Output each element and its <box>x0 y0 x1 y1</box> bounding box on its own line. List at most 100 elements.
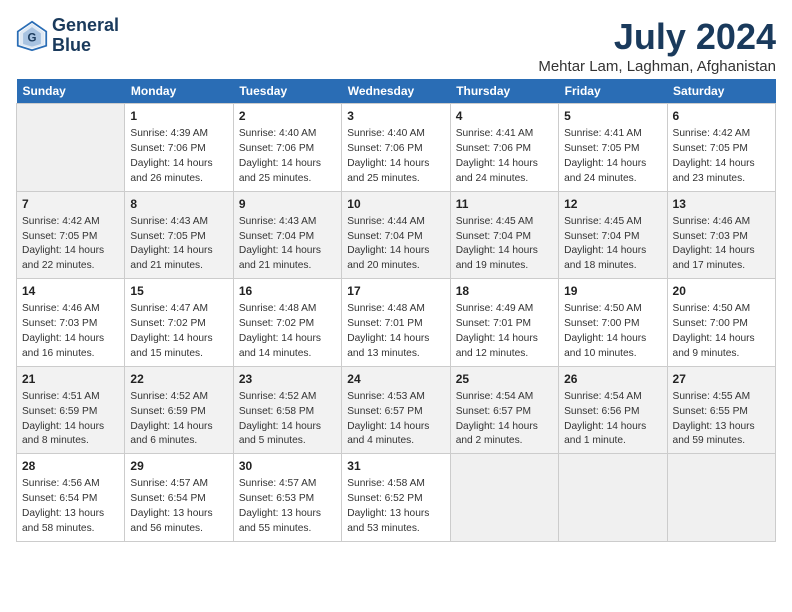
calendar-cell: 24Sunrise: 4:53 AM Sunset: 6:57 PM Dayli… <box>342 366 450 454</box>
calendar-cell <box>17 104 125 192</box>
day-number: 8 <box>130 196 227 213</box>
day-number: 28 <box>22 458 119 475</box>
day-number: 1 <box>130 108 227 125</box>
day-number: 4 <box>456 108 553 125</box>
calendar-cell: 27 Sunrise: 4:55 AM Sunset: 6:55 PM Dayli… <box>667 366 775 454</box>
day-info: Sunrise: 4:57 AM Sunset: 6:54 PM Dayligh… <box>130 477 227 536</box>
day-number: 15 <box>130 283 227 300</box>
calendar-cell: 9 Sunrise: 4:43 AM Sunset: 7:04 PM Daylig… <box>233 191 341 279</box>
calendar-table: SundayMondayTuesdayWednesdayThursdayFrid… <box>16 79 776 542</box>
day-info: Sunrise: 4:44 AM Sunset: 7:04 PM Dayligh… <box>347 215 444 274</box>
day-info: Sunrise: 4:43 AM Sunset: 7:04 PM Dayligh… <box>239 215 336 274</box>
day-info: Sunrise: 4:55 AM Sunset: 6:55 PM Dayligh… <box>673 390 770 449</box>
day-info: Sunrise: 4:53 AM Sunset: 6:57 PM Dayligh… <box>347 390 444 449</box>
day-number: 2 <box>239 108 336 125</box>
day-number: 16 <box>239 283 336 300</box>
calendar-cell: 8Sunrise: 4:43 AM Sunset: 7:05 PM Daylig… <box>125 191 233 279</box>
day-number: 7 <box>22 196 119 213</box>
calendar-cell: 16 Sunrise: 4:48 AM Sunset: 7:02 PM Dayli… <box>233 279 341 367</box>
calendar-cell: 17 Sunrise: 4:48 AM Sunset: 7:01 PM Dayli… <box>342 279 450 367</box>
day-info: Sunrise: 4:48 AM Sunset: 7:01 PM Dayligh… <box>347 302 444 361</box>
day-info: Sunrise: 4:41 AM Sunset: 7:05 PM Dayligh… <box>564 127 661 186</box>
month-year: July 2024 <box>538 16 776 58</box>
day-number: 22 <box>130 371 227 388</box>
calendar-cell: 20 Sunrise: 4:50 AM Sunset: 7:00 PM Dayli… <box>667 279 775 367</box>
calendar-week-5: 28 Sunrise: 4:56 AM Sunset: 6:54 PM Dayli… <box>17 454 776 542</box>
weekday-header-wednesday: Wednesday <box>342 79 450 104</box>
day-number: 18 <box>456 283 553 300</box>
calendar-cell: 2 Sunrise: 4:40 AM Sunset: 7:06 PM Daylig… <box>233 104 341 192</box>
day-number: 19 <box>564 283 661 300</box>
day-number: 29 <box>130 458 227 475</box>
day-info: Sunrise: 4:51 AM Sunset: 6:59 PM Dayligh… <box>22 390 119 449</box>
day-number: 26 <box>564 371 661 388</box>
calendar-cell: 11Sunrise: 4:45 AM Sunset: 7:04 PM Dayli… <box>450 191 558 279</box>
page-header: G General Blue July 2024 Mehtar Lam, Lag… <box>16 16 776 75</box>
weekday-header-friday: Friday <box>559 79 667 104</box>
calendar-cell <box>559 454 667 542</box>
day-info: Sunrise: 4:50 AM Sunset: 7:00 PM Dayligh… <box>673 302 770 361</box>
day-info: Sunrise: 4:54 AM Sunset: 6:56 PM Dayligh… <box>564 390 661 449</box>
day-number: 9 <box>239 196 336 213</box>
calendar-cell: 25 Sunrise: 4:54 AM Sunset: 6:57 PM Dayli… <box>450 366 558 454</box>
day-number: 12 <box>564 196 661 213</box>
day-info: Sunrise: 4:47 AM Sunset: 7:02 PM Dayligh… <box>130 302 227 361</box>
day-info: Sunrise: 4:54 AM Sunset: 6:57 PM Dayligh… <box>456 390 553 449</box>
day-info: Sunrise: 4:48 AM Sunset: 7:02 PM Dayligh… <box>239 302 336 361</box>
calendar-cell: 28 Sunrise: 4:56 AM Sunset: 6:54 PM Dayli… <box>17 454 125 542</box>
weekday-header-monday: Monday <box>125 79 233 104</box>
day-number: 30 <box>239 458 336 475</box>
day-info: Sunrise: 4:57 AM Sunset: 6:53 PM Dayligh… <box>239 477 336 536</box>
calendar-week-3: 14Sunrise: 4:46 AM Sunset: 7:03 PM Dayli… <box>17 279 776 367</box>
day-info: Sunrise: 4:46 AM Sunset: 7:03 PM Dayligh… <box>673 215 770 274</box>
day-number: 23 <box>239 371 336 388</box>
day-number: 27 <box>673 371 770 388</box>
calendar-cell: 10Sunrise: 4:44 AM Sunset: 7:04 PM Dayli… <box>342 191 450 279</box>
day-number: 31 <box>347 458 444 475</box>
calendar-week-1: 1Sunrise: 4:39 AM Sunset: 7:06 PM Daylig… <box>17 104 776 192</box>
day-info: Sunrise: 4:56 AM Sunset: 6:54 PM Dayligh… <box>22 477 119 536</box>
day-info: Sunrise: 4:45 AM Sunset: 7:04 PM Dayligh… <box>564 215 661 274</box>
day-info: Sunrise: 4:52 AM Sunset: 6:59 PM Dayligh… <box>130 390 227 449</box>
calendar-cell: 1Sunrise: 4:39 AM Sunset: 7:06 PM Daylig… <box>125 104 233 192</box>
day-number: 20 <box>673 283 770 300</box>
calendar-cell: 30 Sunrise: 4:57 AM Sunset: 6:53 PM Dayli… <box>233 454 341 542</box>
calendar-cell: 21Sunrise: 4:51 AM Sunset: 6:59 PM Dayli… <box>17 366 125 454</box>
day-info: Sunrise: 4:40 AM Sunset: 7:06 PM Dayligh… <box>239 127 336 186</box>
calendar-cell: 3 Sunrise: 4:40 AM Sunset: 7:06 PM Daylig… <box>342 104 450 192</box>
calendar-week-2: 7 Sunrise: 4:42 AM Sunset: 7:05 PM Daylig… <box>17 191 776 279</box>
calendar-cell <box>450 454 558 542</box>
logo-icon: G <box>16 20 48 52</box>
calendar-cell: 13Sunrise: 4:46 AM Sunset: 7:03 PM Dayli… <box>667 191 775 279</box>
logo-text: General Blue <box>52 16 119 56</box>
day-number: 3 <box>347 108 444 125</box>
calendar-cell: 31 Sunrise: 4:58 AM Sunset: 6:52 PM Dayli… <box>342 454 450 542</box>
calendar-week-4: 21Sunrise: 4:51 AM Sunset: 6:59 PM Dayli… <box>17 366 776 454</box>
calendar-cell: 7 Sunrise: 4:42 AM Sunset: 7:05 PM Daylig… <box>17 191 125 279</box>
day-info: Sunrise: 4:42 AM Sunset: 7:05 PM Dayligh… <box>22 215 119 274</box>
day-info: Sunrise: 4:58 AM Sunset: 6:52 PM Dayligh… <box>347 477 444 536</box>
title-block: July 2024 Mehtar Lam, Laghman, Afghanist… <box>538 16 776 75</box>
day-number: 5 <box>564 108 661 125</box>
day-info: Sunrise: 4:45 AM Sunset: 7:04 PM Dayligh… <box>456 215 553 274</box>
calendar-cell: 29 Sunrise: 4:57 AM Sunset: 6:54 PM Dayli… <box>125 454 233 542</box>
calendar-cell: 4 Sunrise: 4:41 AM Sunset: 7:06 PM Daylig… <box>450 104 558 192</box>
day-info: Sunrise: 4:46 AM Sunset: 7:03 PM Dayligh… <box>22 302 119 361</box>
calendar-cell: 22 Sunrise: 4:52 AM Sunset: 6:59 PM Dayli… <box>125 366 233 454</box>
calendar-cell: 12 Sunrise: 4:45 AM Sunset: 7:04 PM Dayli… <box>559 191 667 279</box>
calendar-cell: 15 Sunrise: 4:47 AM Sunset: 7:02 PM Dayli… <box>125 279 233 367</box>
calendar-cell: 14Sunrise: 4:46 AM Sunset: 7:03 PM Dayli… <box>17 279 125 367</box>
svg-text:G: G <box>28 32 37 44</box>
day-info: Sunrise: 4:40 AM Sunset: 7:06 PM Dayligh… <box>347 127 444 186</box>
logo: G General Blue <box>16 16 119 56</box>
day-info: Sunrise: 4:52 AM Sunset: 6:58 PM Dayligh… <box>239 390 336 449</box>
day-number: 6 <box>673 108 770 125</box>
calendar-cell: 19Sunrise: 4:50 AM Sunset: 7:00 PM Dayli… <box>559 279 667 367</box>
day-info: Sunrise: 4:41 AM Sunset: 7:06 PM Dayligh… <box>456 127 553 186</box>
day-number: 17 <box>347 283 444 300</box>
calendar-cell: 6Sunrise: 4:42 AM Sunset: 7:05 PM Daylig… <box>667 104 775 192</box>
calendar-cell: 18 Sunrise: 4:49 AM Sunset: 7:01 PM Dayli… <box>450 279 558 367</box>
weekday-header-tuesday: Tuesday <box>233 79 341 104</box>
day-info: Sunrise: 4:49 AM Sunset: 7:01 PM Dayligh… <box>456 302 553 361</box>
day-number: 25 <box>456 371 553 388</box>
